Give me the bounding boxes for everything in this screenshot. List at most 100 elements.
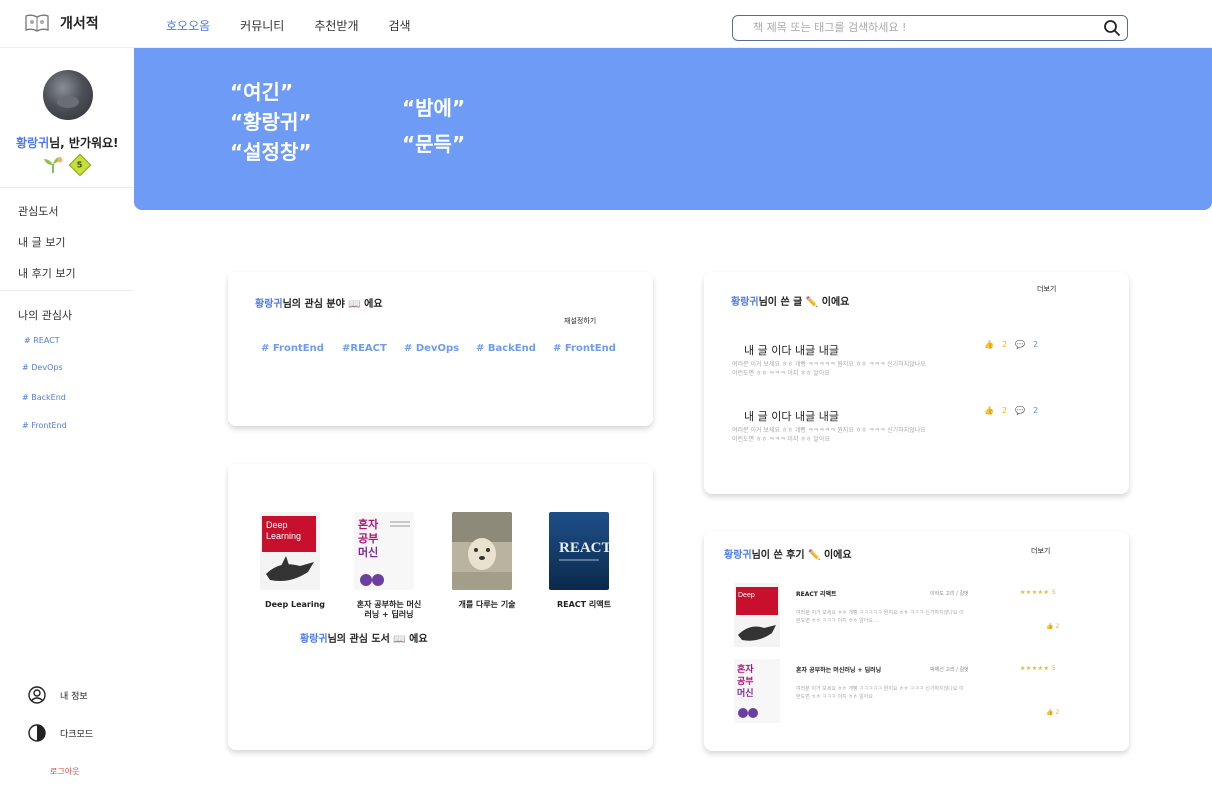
reviews-card-title: 황랑귀님이 쓴 후기 ✏️ 이에요: [724, 546, 852, 561]
sidebar-item-my-posts[interactable]: 내 글 보기: [18, 234, 65, 250]
review-likes: 👍 2: [1046, 709, 1059, 716]
app-logo[interactable]: 개서적: [24, 12, 99, 34]
greeting-text: 님, 반가워요!: [49, 136, 119, 150]
review-meta: 박해선 고리 / 길벗: [930, 667, 969, 673]
book-item[interactable]: 개를 다루는 기술: [452, 512, 522, 610]
top-bar: 개서적 호오오옴 커뮤니티 추천받개 검색: [0, 0, 1212, 48]
dark-mode-label: 다크모드: [60, 729, 94, 740]
level-badge: 5: [68, 153, 92, 177]
svg-text:혼자: 혼자: [737, 663, 754, 675]
user-icon: [28, 686, 46, 704]
like-icon: 👍: [1046, 709, 1054, 716]
interest-tag-devops[interactable]: # DevOps: [22, 363, 63, 372]
search-icon[interactable]: [1103, 19, 1121, 37]
svg-text:Learning: Learning: [266, 531, 301, 541]
nav-community[interactable]: 커뮤니티: [240, 17, 284, 34]
interest-tag[interactable]: # FrontEnd: [553, 343, 616, 354]
hero-banner: “여긴” “황랑귀” “설정창” “밤에” “문득”: [134, 48, 1212, 210]
interest-tag-frontend[interactable]: # FrontEnd: [22, 421, 67, 430]
dark-mode-toggle[interactable]: 다크모드: [28, 724, 93, 742]
book-title: 개를 다루는 기술: [458, 600, 516, 609]
my-reviews-card: 황랑귀님이 쓴 후기 ✏️ 이에요 더보기 Deep REACT 리액트 이하도…: [704, 531, 1129, 751]
banner-line: “설정창”: [230, 140, 312, 164]
reviews-more-link[interactable]: 더보기: [1031, 546, 1050, 556]
like-count: 2: [1001, 406, 1008, 415]
card-footer-text: 님의 관심 도서 📖 에요: [327, 634, 428, 645]
star-rating: ★★★★★: [1020, 665, 1050, 672]
book-item[interactable]: Deep Learning Deep Learing: [260, 512, 330, 610]
sidebar-divider: [0, 187, 133, 188]
my-info-label: 내 정보: [60, 691, 88, 702]
star-score: 5: [1051, 665, 1057, 672]
search-input[interactable]: [733, 16, 1093, 39]
book-cover: 혼자 공부 머신: [354, 512, 414, 590]
posts-more-link[interactable]: 더보기: [1037, 284, 1056, 294]
avatar[interactable]: [43, 70, 93, 120]
book-item[interactable]: 혼자 공부 머신 혼자 공부하는 머신러닝 + 딥러닝: [354, 512, 424, 620]
interests-title: 나의 관심사: [18, 309, 73, 322]
my-posts-card: 황랑귀님이 쓴 글 ✏️ 이에요 더보기 내 글 이다 내글 내글 여러분 이거…: [704, 272, 1129, 494]
user-badges: 5: [42, 153, 92, 177]
like-icon: 👍: [984, 406, 994, 415]
sidebar: 황랑귀님, 반가워요! 5 관심도서 내 글 보기 내 후기 보기 나의 관심사…: [0, 48, 133, 795]
interest-tag[interactable]: # BackEnd: [476, 343, 536, 354]
star-rating: ★★★★★: [1020, 589, 1050, 596]
post-body: 여러분 이거 보세요 ㅎㅎ 개빵 ㅋㅋㅋㅋㅋ 뭔지요 ㅎㅎ ㅋㅋㅋ 신기하지않나…: [732, 427, 926, 443]
book-title: 혼자 공부하는 머신러닝 + 딥러닝: [356, 600, 422, 619]
svg-text:머신: 머신: [358, 545, 378, 559]
card-title-text: 님이 쓴 후기 ✏️ 이에요: [751, 550, 852, 561]
interest-tag-backend[interactable]: # BackEnd: [22, 393, 66, 402]
post-stats: 👍 2 💬 2: [984, 406, 1038, 415]
my-info-button[interactable]: 내 정보: [28, 686, 88, 704]
books-card: Deep Learning Deep Learing 혼자 공부 머신 혼자 공…: [228, 464, 653, 750]
nav-search[interactable]: 검색: [389, 17, 411, 34]
interest-tag[interactable]: # FrontEnd: [261, 343, 324, 354]
svg-text:Deep: Deep: [266, 520, 288, 530]
book-cover: REACT: [549, 512, 612, 590]
review-body: 여러분 이거 보세요 ㅎㅎ 개빵 ㅋㅋㅋㅋㅋ 뭔지요 ㅎㅎ ㅋㅋㅋ 신기하지않나…: [796, 686, 964, 700]
username: 황랑귀: [731, 297, 759, 308]
nav-home[interactable]: 호오오옴: [166, 17, 210, 34]
sprout-icon: [44, 157, 63, 173]
book-title: Deep Learing: [264, 600, 326, 609]
post-body: 여러분 이거 보세요 ㅎㅎ 개빵 ㅋㅋㅋㅋㅋ 뭔지요 ㅎㅎ ㅋㅋㅋ 신기하지않나…: [732, 361, 926, 377]
review-book-cover: Deep: [734, 583, 780, 647]
book-cover: [452, 512, 512, 590]
like-count: 2: [1055, 623, 1060, 630]
level-value: 5: [77, 160, 83, 170]
username: 황랑귀: [300, 634, 328, 645]
comment-icon: 💬: [1015, 340, 1026, 349]
book-item[interactable]: REACT REACT 리액트: [549, 512, 619, 610]
search-box: [732, 15, 1128, 41]
review-stars: ★★★★★ 5: [1020, 665, 1056, 672]
review-body: 여러분 이거 보세요 ㅎㅎ 개빵 ㅋㅋㅋㅋㅋ 뭔지요 ㅎㅎ ㅋㅋㅋ 신기하지않나…: [796, 610, 964, 624]
nav-recommend[interactable]: 추천받개: [314, 17, 358, 34]
interest-tag[interactable]: # DevOps: [404, 343, 459, 354]
username: 황랑귀: [255, 299, 283, 310]
comment-icon: 💬: [1015, 406, 1026, 415]
greeting: 황랑귀님, 반가워요!: [16, 134, 119, 151]
comment-count: 2: [1033, 340, 1039, 349]
banner-line: “황랑귀”: [230, 110, 312, 134]
book-logo-icon: [25, 14, 49, 32]
star-score: 5: [1051, 589, 1057, 596]
interest-tag[interactable]: #REACT: [342, 343, 387, 354]
post-title: 내 글 이다 내글 내글: [744, 410, 839, 423]
svg-text:혼자: 혼자: [358, 517, 379, 531]
card-title-text: 님이 쓴 글 ✏️ 이에요: [758, 297, 850, 308]
interest-tag-react[interactable]: # REACT: [24, 336, 60, 345]
banner-line: “여긴”: [230, 80, 294, 104]
svg-text:공부: 공부: [737, 676, 754, 687]
username: 황랑귀: [724, 550, 752, 561]
sidebar-item-favorite-books[interactable]: 관심도서: [18, 203, 58, 219]
reset-interest-button[interactable]: 재설정하기: [564, 316, 596, 326]
card-title-text: 님의 관심 분야 📖 에요: [282, 299, 383, 310]
interest-card-title: 황랑귀님의 관심 분야 📖 에요: [255, 295, 383, 310]
sidebar-divider: [0, 290, 133, 291]
like-icon: 👍: [984, 340, 994, 349]
logout-button[interactable]: 로그아웃: [50, 766, 79, 777]
like-count: 2: [1001, 340, 1008, 349]
review-meta: 이하도 고리 / 길벗: [930, 591, 969, 597]
sidebar-item-my-reviews[interactable]: 내 후기 보기: [18, 265, 76, 281]
banner-line: “문득”: [402, 132, 466, 156]
